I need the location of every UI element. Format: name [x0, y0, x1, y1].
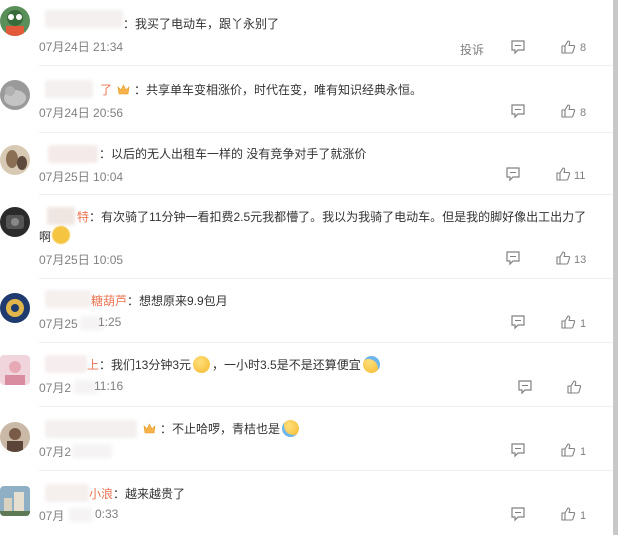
divider [39, 470, 616, 471]
comment-text: ：不止哈啰，青桔也是 [143, 420, 301, 437]
comment-time-start: 07月2 [39, 381, 72, 395]
comment-time-end: 0:33 [95, 507, 119, 521]
comment-text: ：越来越贵了 [113, 487, 186, 501]
avatar[interactable] [0, 422, 30, 452]
thumbs-up-icon[interactable] [560, 103, 576, 124]
time-blurred [69, 508, 93, 522]
comment-bubble-icon[interactable] [510, 442, 526, 463]
avatar[interactable] [0, 207, 30, 237]
avatar-sticker [52, 226, 70, 244]
thumbs-up-icon[interactable] [560, 314, 576, 335]
comment-bubble-icon[interactable] [505, 250, 521, 271]
divider [39, 278, 616, 279]
thumbs-up-icon[interactable] [566, 379, 582, 400]
comment-time-start: 07月2 [39, 445, 72, 459]
username-blurred[interactable] [45, 80, 93, 98]
avatar[interactable] [0, 486, 30, 516]
comment-text-part: ，一小时3.5是不是还算便宜 [212, 358, 361, 372]
username-blurred[interactable] [47, 207, 75, 225]
thumbs-up-icon[interactable] [560, 442, 576, 463]
username[interactable]: 糖葫芦 [91, 292, 127, 309]
divider [39, 406, 616, 407]
divider [39, 65, 616, 66]
divider [39, 194, 616, 195]
avatar[interactable] [0, 6, 30, 36]
comment-text-body: ：共享单车变相涨价，时代在变，唯有知识经典永恒。 [134, 83, 423, 97]
comment-bubble-icon[interactable] [510, 103, 526, 124]
comment-time: 07月25日 10:04 [39, 170, 124, 184]
comment-text: ：想想原来9.9包月 [127, 294, 228, 308]
thumbs-up-icon[interactable] [555, 250, 571, 271]
comment-text-part: ：我们13分钟3元 [99, 358, 192, 372]
time-blurred [72, 444, 112, 458]
like-count: 1 [580, 510, 587, 522]
comment-time-end: 11:16 [94, 379, 124, 393]
comment-time: 07月25日 10:05 [39, 253, 124, 267]
scroll-edge [613, 0, 618, 535]
comment-bubble-icon[interactable] [517, 379, 533, 400]
username-blurred[interactable] [45, 10, 123, 28]
comment-bubble-icon[interactable] [510, 506, 526, 527]
comment-bubble-icon[interactable] [505, 166, 521, 187]
username-blurred[interactable] [45, 290, 91, 308]
comment-text-continued: 啊 [39, 230, 52, 244]
comment-text: ：我们13分钟3元 ，一小时3.5是不是还算便宜 [99, 356, 382, 373]
username-blurred[interactable] [45, 484, 89, 502]
comment-text: ：我买了电动车，跟丫永别了 [123, 17, 280, 31]
like-count: 1 [580, 446, 587, 458]
comment-time-end: 1:25 [98, 315, 122, 329]
comment-text-body: ：不止哈啰，青桔也是 [160, 422, 281, 436]
comment-text: ：有次骑了11分钟一看扣费2.5元我都懵了。我以为我骑了电动车。但是我的脚好像出… [89, 210, 587, 224]
comment-time: 07月24日 20:56 [39, 106, 124, 120]
like-count: 8 [580, 107, 587, 119]
crying-face-emoji-icon [362, 356, 380, 373]
comment-bubble-icon[interactable] [510, 314, 526, 335]
username-blurred[interactable] [48, 145, 98, 163]
comment-text: ：共享单车变相涨价，时代在变，唯有知识经典永恒。 [117, 81, 422, 98]
shushing-face-emoji-icon [193, 356, 211, 373]
comment-bubble-icon[interactable] [510, 39, 526, 60]
crown-badge-icon [143, 423, 156, 434]
username[interactable]: 小浪 [89, 485, 113, 502]
avatar[interactable] [0, 293, 30, 323]
thumbs-up-icon[interactable] [555, 166, 571, 187]
comment-time-start: 07月 [39, 509, 65, 523]
comment-time-start: 07月25 [39, 317, 78, 331]
username[interactable]: 特 [77, 208, 89, 225]
like-count: 8 [580, 42, 587, 54]
like-count: 13 [574, 254, 587, 266]
divider [39, 342, 616, 343]
comment-text: ：以后的无人出租车一样的 没有竞争对手了就涨价 [99, 147, 367, 161]
crown-badge-icon [117, 84, 130, 95]
like-count: 11 [574, 170, 586, 182]
thumbs-up-icon[interactable] [560, 506, 576, 527]
username[interactable]: 上 [87, 356, 99, 373]
username-blurred[interactable] [45, 420, 137, 438]
username[interactable]: 了 [100, 81, 112, 98]
avatar[interactable] [0, 145, 30, 175]
comment-time: 07月24日 21:34 [39, 40, 124, 54]
thumbs-up-icon[interactable] [560, 39, 576, 60]
laughing-face-emoji-icon [282, 420, 300, 437]
username-blurred[interactable] [45, 355, 87, 373]
like-count: 1 [580, 318, 587, 330]
divider [39, 132, 616, 133]
report-button[interactable]: 投诉 [460, 41, 484, 58]
avatar[interactable] [0, 80, 30, 110]
avatar[interactable] [0, 355, 30, 385]
